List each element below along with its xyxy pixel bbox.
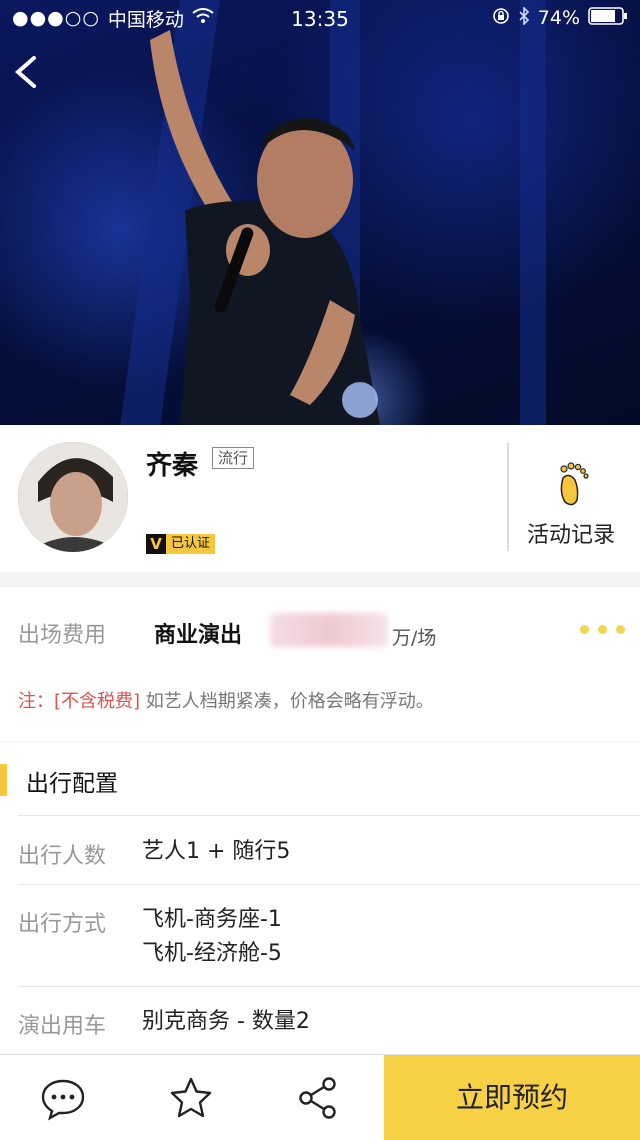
divider bbox=[507, 443, 509, 551]
fee-section: 出场费用 商业演出 万/场 注：[不含税费] 如艺人档期紧凑，价格会略有浮动。 bbox=[0, 587, 640, 741]
star-icon[interactable] bbox=[168, 1075, 214, 1121]
verified-icon: V bbox=[146, 534, 166, 554]
row-label-transport: 出行方式 bbox=[18, 912, 107, 937]
row-label-car: 演出用车 bbox=[18, 1014, 107, 1039]
fee-amount-blurred bbox=[270, 613, 388, 647]
artist-name: 齐秦 bbox=[146, 451, 199, 481]
fee-unit: 万/场 bbox=[392, 627, 437, 649]
note-tag: [不含税费] bbox=[54, 691, 141, 712]
divider bbox=[18, 884, 640, 885]
chat-icon[interactable] bbox=[40, 1075, 86, 1121]
more-options-icon[interactable] bbox=[580, 625, 625, 634]
note-text: 如艺人档期紧凑，价格会略有浮动。 bbox=[140, 691, 434, 712]
activity-record-link[interactable]: 活动记录 bbox=[527, 517, 615, 549]
verified-badge: V 已认证 bbox=[146, 533, 216, 555]
avatar bbox=[18, 442, 128, 552]
book-now-button[interactable]: 立即预约 bbox=[384, 1055, 640, 1140]
bottom-action-bar: 立即预约 bbox=[0, 1054, 640, 1140]
row-value-car: 别克商务 - 数量2 bbox=[142, 1009, 310, 1034]
back-button[interactable] bbox=[8, 50, 48, 94]
performer-silhouette bbox=[150, 30, 380, 425]
travel-config-section: 出行配置 出行人数 艺人1 + 随行5 出行方式 飞机-商务座-1 飞机-经济舱… bbox=[0, 742, 640, 1062]
status-bar: ●●●○○ 中国移动 74% 13:35 bbox=[0, 0, 640, 36]
clock: 13:35 bbox=[291, 7, 349, 31]
row-value-transport-2: 飞机-经济舱-5 bbox=[142, 941, 282, 966]
row-value-people: 艺人1 + 随行5 bbox=[142, 839, 291, 864]
footprint-icon[interactable] bbox=[553, 460, 591, 508]
chevron-left-icon bbox=[14, 56, 36, 88]
section-accent-bar bbox=[0, 764, 7, 796]
price-note: 注：[不含税费] 如艺人档期紧凑，价格会略有浮动。 bbox=[18, 687, 434, 713]
section-title: 出行配置 bbox=[26, 771, 118, 797]
hero-image: ●●●○○ 中国移动 74% 13:35 bbox=[0, 0, 640, 425]
share-icon[interactable] bbox=[296, 1075, 342, 1121]
genre-tag: 流行 bbox=[212, 447, 255, 469]
artist-profile-card: 齐秦 流行 V 已认证 活动记录 bbox=[0, 425, 640, 572]
fee-type: 商业演出 bbox=[154, 623, 243, 648]
fee-label: 出场费用 bbox=[18, 623, 107, 648]
note-prefix: 注： bbox=[18, 691, 54, 712]
divider bbox=[18, 815, 640, 816]
row-value-transport: 飞机-商务座-1 bbox=[142, 907, 282, 932]
divider bbox=[18, 986, 640, 987]
verified-label: 已认证 bbox=[166, 534, 216, 554]
row-label-people: 出行人数 bbox=[18, 844, 107, 869]
